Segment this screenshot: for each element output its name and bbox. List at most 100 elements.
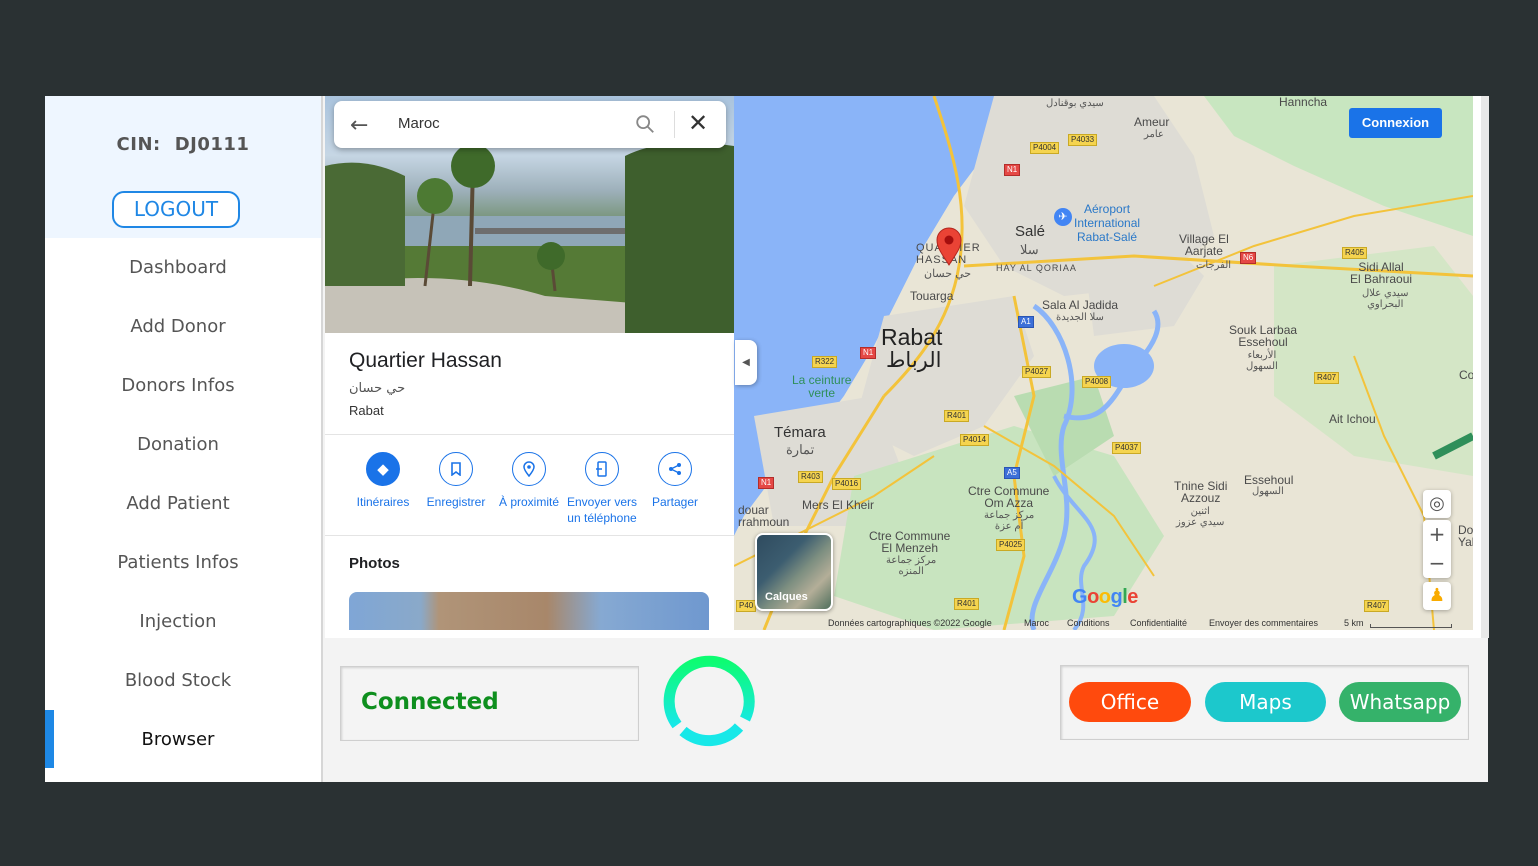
close-icon[interactable]: ✕ (688, 109, 708, 137)
action-save[interactable]: Enregistrer (416, 452, 496, 510)
action-nearby[interactable]: À proximité (489, 452, 569, 510)
action-directions[interactable]: ◆ Itinéraires (343, 452, 423, 510)
search-input[interactable]: Maroc (398, 115, 440, 132)
nearby-icon (512, 452, 546, 486)
office-button[interactable]: Office (1069, 682, 1191, 722)
place-city: Rabat (349, 403, 384, 418)
action-send-to-phone[interactable]: Envoyer vers un téléphone (562, 452, 642, 526)
search-box[interactable]: ← Maroc ✕ (334, 101, 726, 148)
photo-thumbnail[interactable] (349, 592, 709, 630)
map-label-essehoul: Essehoul (1244, 473, 1294, 487)
road-badge: R322 (812, 356, 838, 368)
maps-button[interactable]: Maps (1205, 682, 1326, 722)
map-label-el-menzeh-ar: مركز جماعة المنزه (886, 555, 937, 577)
sidebar-item-blood-stock[interactable]: Blood Stock (45, 657, 311, 705)
sidebar-item-patients-infos[interactable]: Patients Infos (45, 539, 311, 587)
sidebar-item-add-patient[interactable]: Add Patient (45, 480, 311, 528)
map-label-ait-ichou: Ait Ichou (1329, 412, 1376, 426)
sidebar-header: CIN: DJ0111 LOGOUT (45, 96, 321, 238)
map-label-om-azza: Ctre Commune Om Azza (968, 484, 1050, 510)
sidebar-item-browser[interactable]: Browser (45, 716, 311, 764)
office-label: Office (1100, 690, 1160, 714)
map-label-tnine-ar: اثنين سيدي عزوز (1176, 506, 1225, 528)
photos-heading: Photos (349, 555, 400, 572)
map-feedback-link[interactable]: Envoyer des commentaires (1209, 618, 1318, 628)
browser-view: ← Maroc ✕ Quartier Hassan حي حسان Rabat … (325, 96, 1489, 638)
map-label-village-el-aarjate: Village El Aarjate (1179, 232, 1229, 258)
map-label-ameur: Ameur (1134, 115, 1170, 129)
layers-button[interactable]: Calques (755, 533, 833, 611)
location-pin-icon[interactable] (934, 226, 964, 266)
airport-icon[interactable]: ✈ (1054, 208, 1072, 226)
map-scale-label: 5 km (1344, 618, 1364, 628)
divider (325, 434, 734, 435)
my-location-icon[interactable]: ◎ (1423, 490, 1451, 518)
app-launcher: Office Maps Whatsapp (1060, 665, 1469, 740)
road-badge: P4008 (1082, 376, 1112, 388)
map-label-village-ar: الفرجات (1196, 260, 1232, 271)
map-canvas[interactable]: Rabat الرباط QUARTIER HASSAN حي حسان Sal… (734, 96, 1473, 630)
road-badge: R403 (798, 471, 824, 483)
road-badge: P4014 (960, 434, 990, 446)
sidebar-item-donors-infos[interactable]: Donors Infos (45, 362, 311, 410)
connection-status-text: Connected (361, 689, 499, 715)
search-divider (674, 111, 675, 138)
road-badge: P4016 (832, 478, 862, 490)
share-icon (658, 452, 692, 486)
map-data-attribution: Données cartographiques ©2022 Google (828, 618, 992, 628)
map-label-airport: Aéroport International Rabat-Salé (1074, 202, 1141, 244)
map-label-ameur-ar: عامر (1144, 129, 1164, 140)
map-label-douar: douar rrahmoun (738, 503, 790, 529)
sidebar-item-dashboard[interactable]: Dashboard (45, 244, 311, 292)
zoom-out-button[interactable]: − (1423, 549, 1451, 578)
divider (325, 535, 734, 536)
connection-status-box: Connected (340, 666, 639, 741)
map-label-souk-ar: الأربعاء السهول (1246, 350, 1278, 372)
map-label-edge: Co (1459, 368, 1473, 382)
whatsapp-label: Whatsapp (1349, 690, 1451, 714)
map-label-el-menzeh: Ctre Commune El Menzeh (869, 529, 951, 555)
map-label-sale: Salé (1015, 223, 1046, 240)
road-badge: P4027 (1022, 366, 1052, 378)
zoom-in-button[interactable]: + (1423, 520, 1451, 549)
road-badge: N1 (860, 347, 877, 359)
whatsapp-button[interactable]: Whatsapp (1339, 682, 1461, 722)
send-to-phone-icon (585, 452, 619, 486)
pegman-icon[interactable]: ♟ (1423, 582, 1451, 610)
action-directions-label: Itinéraires (356, 495, 410, 509)
map-label-tnine-sidi-azzouz: Tnine Sidi Azzouz (1174, 479, 1228, 505)
action-share[interactable]: Partager (635, 452, 715, 510)
action-share-label: Partager (651, 495, 699, 509)
map-footer: Données cartographiques ©2022 Google Mar… (734, 616, 1473, 630)
map-country-link[interactable]: Maroc (1024, 618, 1049, 628)
directions-icon: ◆ (366, 452, 400, 486)
map-label-sale-ar: سلا (1020, 242, 1039, 257)
collapse-panel-button[interactable]: ◀ (735, 340, 757, 385)
cin-value: DJ0111 (174, 134, 250, 155)
back-arrow-icon[interactable]: ← (350, 113, 368, 138)
sidebar-item-add-donor[interactable]: Add Donor (45, 303, 311, 351)
logout-button[interactable]: LOGOUT (112, 191, 240, 228)
map-label-hay-al-qoriaa: HAY AL QORIAA (996, 263, 1077, 273)
map-label-sidi-allal-ar: سيدي علال البحراوي (1362, 288, 1409, 310)
map-terms-link[interactable]: Conditions (1067, 618, 1110, 628)
map-label-mers-el-kheir: Mers El Kheir (802, 498, 875, 512)
google-logo: Google (1072, 586, 1138, 608)
app-window: CIN: DJ0111 LOGOUT Dashboard Add Donor Do… (45, 96, 1489, 782)
action-save-label: Enregistrer (426, 495, 486, 509)
maps-label: Maps (1239, 690, 1292, 714)
sign-in-button[interactable]: Connexion (1349, 108, 1442, 138)
action-nearby-label: À proximité (498, 495, 560, 509)
sidebar-item-donation[interactable]: Donation (45, 421, 311, 469)
road-badge: P4033 (1068, 134, 1098, 146)
sidebar-item-injection[interactable]: Injection (45, 598, 311, 646)
map-label-rabat-ar: الرباط (886, 349, 942, 372)
road-badge: N1 (1004, 164, 1021, 176)
place-arabic-name: حي حسان (349, 381, 406, 396)
road-badge: R407 (1314, 372, 1340, 384)
cin-display: CIN: DJ0111 (45, 134, 321, 155)
place-panel: ← Maroc ✕ Quartier Hassan حي حسان Rabat … (325, 96, 735, 630)
cin-label: CIN: (116, 134, 161, 155)
search-icon[interactable] (634, 113, 656, 135)
map-privacy-link[interactable]: Confidentialité (1130, 618, 1187, 628)
